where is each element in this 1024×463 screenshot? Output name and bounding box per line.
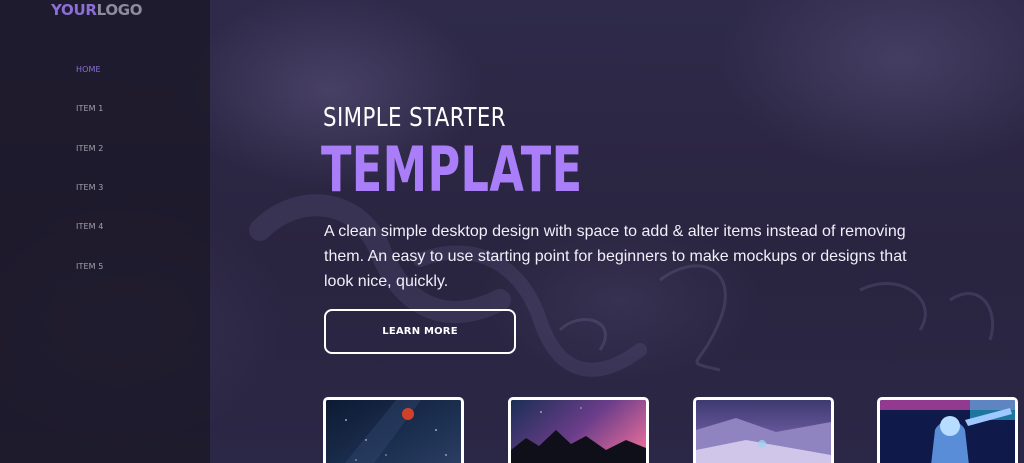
hero-title: TEMPLATE — [321, 133, 583, 206]
night-sky-moon-image — [326, 400, 461, 463]
card-cyberpunk-figure[interactable] — [877, 397, 1018, 463]
nav-item-3[interactable]: ITEM 3 — [76, 183, 103, 192]
nav-item-2[interactable]: ITEM 2 — [76, 144, 103, 153]
snowy-landscape-image — [696, 400, 831, 463]
hero-description: A clean simple desktop design with space… — [324, 223, 907, 290]
cyberpunk-figure-image — [880, 400, 1015, 463]
nav-item-1[interactable]: ITEM 1 — [76, 104, 103, 113]
card-night-sky[interactable] — [323, 397, 464, 463]
learn-more-button[interactable]: LEARN MORE — [324, 309, 516, 354]
card-snowy-landscape[interactable] — [693, 397, 834, 463]
nav-item-5[interactable]: ITEM 5 — [76, 262, 103, 271]
nav-item-home[interactable]: HOME — [76, 65, 101, 74]
sidebar: YOURLOGO HOME ITEM 1 ITEM 2 ITEM 3 ITEM … — [0, 0, 210, 463]
logo-part-logo: LOGO — [96, 1, 143, 19]
nav-item-4[interactable]: ITEM 4 — [76, 222, 103, 231]
hero-subtitle: SIMPLE STARTER — [323, 103, 507, 133]
logo[interactable]: YOURLOGO — [51, 1, 143, 19]
logo-part-your: YOUR — [51, 1, 97, 19]
card-mountain-sunset[interactable] — [508, 397, 649, 463]
mountain-sunset-image — [511, 400, 646, 463]
